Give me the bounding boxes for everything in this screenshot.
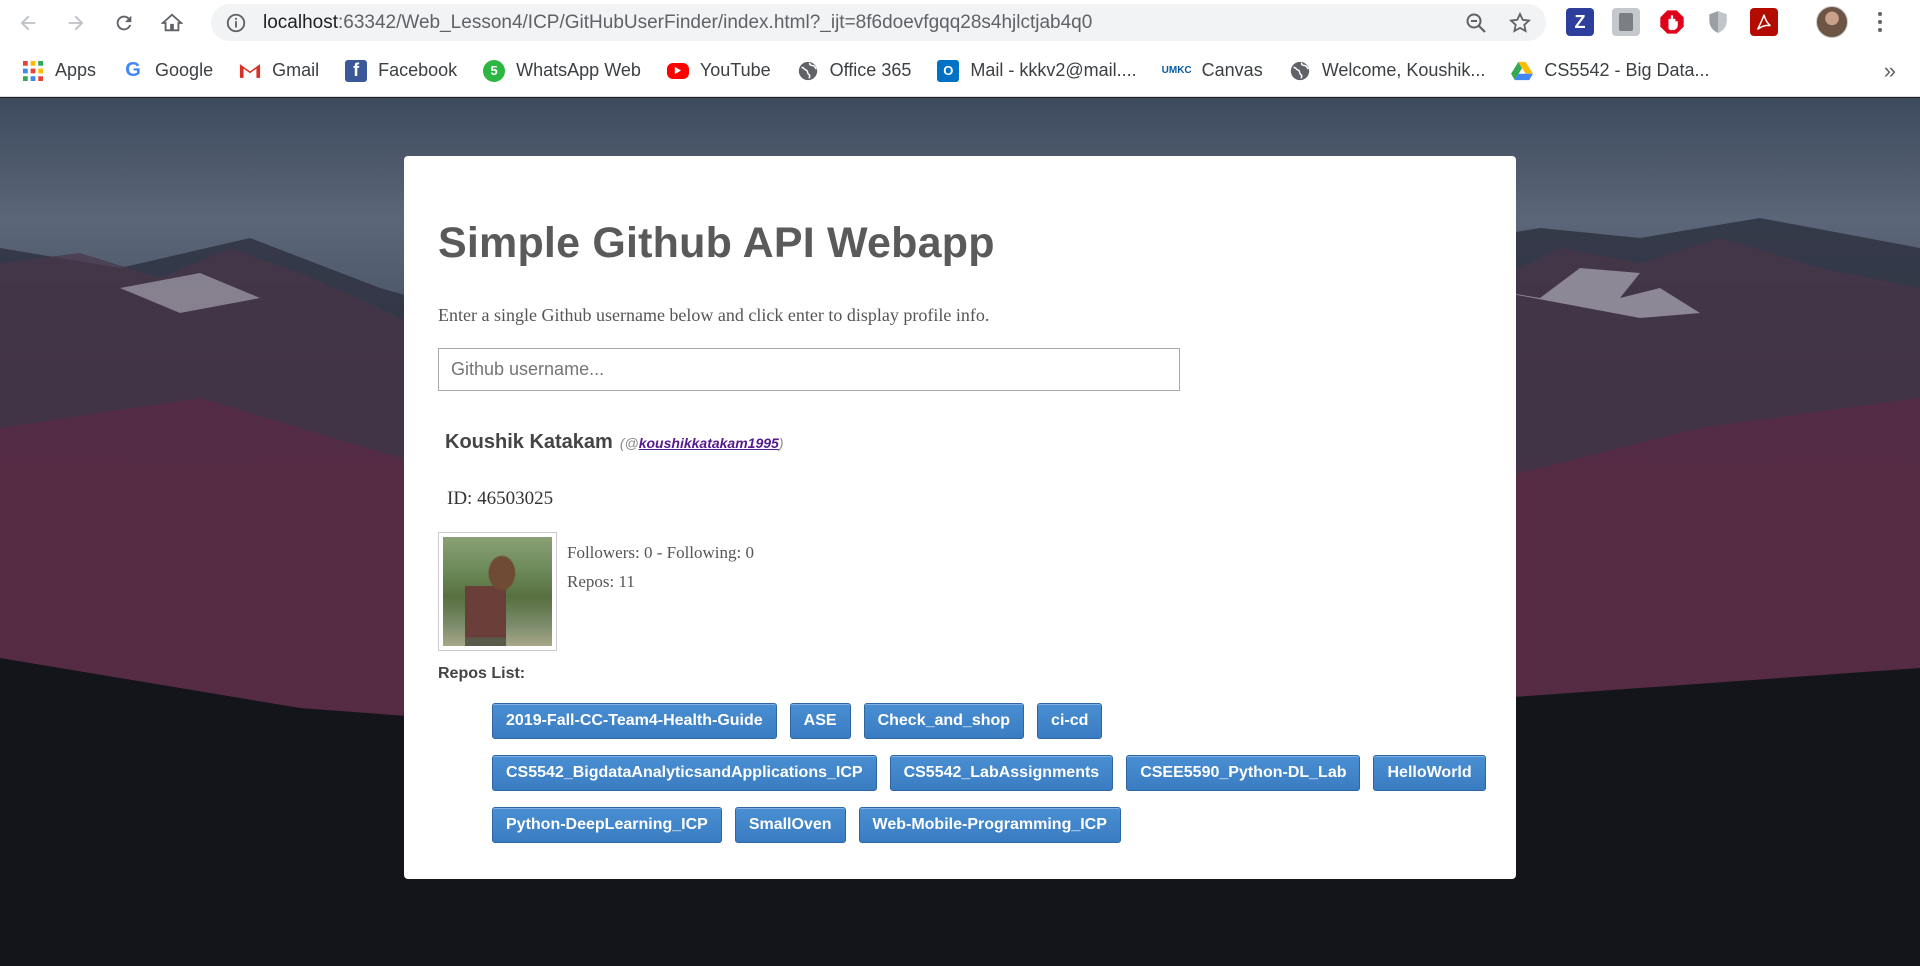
repo-button[interactable]: HelloWorld [1373,755,1486,792]
repo-button[interactable]: CS5542_BigdataAnalyticsandApplications_I… [492,755,877,792]
url-path: :63342/Web_Lesson4/ICP/GitHubUserFinder/… [338,11,1093,33]
page-title: Simple Github API Webapp [438,219,995,267]
bookmark-google[interactable]: G Google [122,59,214,82]
bookmark-label: Apps [55,60,97,80]
address-bar[interactable]: localhost:63342/Web_Lesson4/ICP/GitHubUs… [211,4,1546,41]
repos-count: Repos: 11 [567,572,635,592]
repo-button[interactable]: ASE [789,703,851,740]
google-icon: G [125,59,141,81]
page-viewport: Simple Github API Webapp Enter a single … [0,98,1920,966]
bookmark-facebook[interactable]: f Facebook [345,59,458,82]
youtube-icon [666,62,689,79]
bookmark-whatsapp[interactable]: 5 WhatsApp Web [483,59,641,82]
bookmark-label: Office 365 [829,60,912,80]
forward-button[interactable] [56,3,96,43]
extension-icon[interactable] [1612,8,1640,36]
bookmark-label: Facebook [378,60,458,80]
bookmark-label: Gmail [272,60,320,80]
browser-toolbar: localhost:63342/Web_Lesson4/ICP/GitHubUs… [0,0,1920,45]
profile-handle-link[interactable]: koushikkatakam1995 [639,435,779,451]
profile-id: ID: 46503025 [447,488,554,510]
back-button[interactable] [8,3,48,43]
handle-prefix: (@ [619,435,639,452]
repo-button[interactable]: CSEE5590_Python-DL_Lab [1126,755,1361,792]
repo-button[interactable]: SmallOven [734,807,846,844]
repo-button[interactable]: Python-DeepLearning_ICP [492,807,722,844]
bookmark-label: WhatsApp Web [516,60,641,80]
pdf-icon[interactable] [1750,8,1778,36]
profile-handle: (@koushikkatakam1995) [620,435,784,451]
bookmark-office365[interactable]: Office 365 [797,60,912,82]
repo-button[interactable]: ci-cd [1037,703,1103,740]
repo-button[interactable]: Web-Mobile-Programming_ICP [858,807,1121,844]
chrome-menu-icon[interactable] [1866,8,1894,36]
username-search-input[interactable] [438,348,1180,392]
app-card: Simple Github API Webapp Enter a single … [404,156,1516,879]
facebook-icon: f [345,59,368,82]
profile-avatar[interactable] [1816,6,1848,38]
bookmark-cs5542[interactable]: CS5542 - Big Data... [1511,60,1710,82]
bookmark-apps[interactable]: Apps [22,60,96,82]
reload-icon [116,15,132,30]
handle-suffix: ) [778,435,784,452]
google-drive-icon [1511,60,1534,82]
gmail-icon [239,60,261,82]
bookmark-label: Welcome, Koushik... [1321,60,1486,80]
umkc-icon: UMKC [1161,65,1192,76]
whatsapp-icon: 5 [483,59,506,82]
bookmark-label: Canvas [1201,60,1263,80]
bookmark-welcome[interactable]: Welcome, Koushik... [1289,60,1486,82]
outlook-icon: O [937,59,960,82]
repo-button[interactable]: 2019-Fall-CC-Team4-Health-Guide [492,703,777,740]
profile-name: Koushik Katakam [445,431,613,454]
repos-list: 2019-Fall-CC-Team4-Health-Guide ASE Chec… [492,703,1512,859]
bookmarks-overflow-button[interactable]: » [1884,58,1896,84]
url-text[interactable]: localhost:63342/Web_Lesson4/ICP/GitHubUs… [263,12,1092,34]
arrow-left-icon [20,15,36,30]
instructions-text: Enter a single Github username below and… [438,305,990,326]
bookmark-canvas[interactable]: UMKC Canvas [1161,60,1263,82]
avatar [438,532,557,652]
bookmark-mail[interactable]: O Mail - kkkv2@mail.... [937,59,1137,82]
profile-stats: Followers: 0 - Following: 0 Repos: 11 [438,532,1482,652]
home-icon [161,13,183,31]
home-button[interactable] [152,3,192,43]
globe-icon [797,60,819,82]
avatar-image [443,537,552,647]
reload-button[interactable] [104,3,144,43]
bookmark-gmail[interactable]: Gmail [239,60,319,82]
bookmark-label: Google [155,60,214,80]
zoom-icon[interactable] [1464,11,1488,35]
bookmark-label: YouTube [699,60,771,80]
repo-button[interactable]: CS5542_LabAssignments [889,755,1114,792]
globe-icon [1289,60,1311,82]
apps-grid-icon [22,60,44,82]
star-icon[interactable] [1508,11,1532,35]
bookmark-label: Mail - kkkv2@mail.... [970,60,1137,80]
arrow-right-icon [68,15,84,30]
zotero-extension-icon[interactable]: Z [1566,8,1594,36]
repo-button[interactable]: Check_and_shop [863,703,1025,740]
url-host: localhost [263,11,338,33]
repos-list-label: Repos List: [438,665,526,683]
bookmarks-bar: Apps G Google Gmail f Facebook 5 WhatsAp… [0,45,1920,97]
bookmark-label: CS5542 - Big Data... [1544,60,1710,80]
info-icon[interactable] [225,12,247,34]
adblock-icon[interactable] [1658,8,1686,36]
followers-count: Followers: 0 - Following: 0 [567,543,755,563]
profile-header: Koushik Katakam (@koushikkatakam1995) [438,431,1482,454]
shield-icon[interactable] [1704,8,1732,36]
stats-text: Followers: 0 - Following: 0 Repos: 11 [567,538,754,651]
bookmark-youtube[interactable]: YouTube [666,60,771,81]
